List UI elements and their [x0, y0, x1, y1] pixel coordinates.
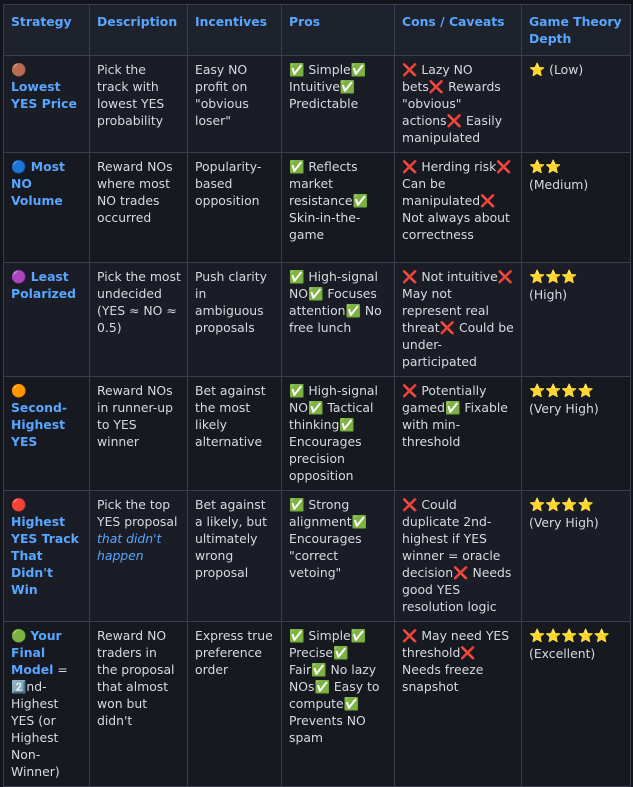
header-incentives: Incentives — [187, 4, 282, 56]
strategy-comparison-table: Strategy Description Incentives Pros Con… — [3, 4, 631, 787]
depth-cell: ⭐⭐⭐⭐ (Very High) — [521, 490, 631, 622]
strategy-cell: 🟠 Second-Highest YES — [3, 376, 90, 491]
cons-cell: ❌ Potentially gamed✅ Fixable with min-th… — [394, 376, 522, 491]
star-rating-icon: ⭐⭐⭐ — [529, 270, 578, 285]
strategy-circle-icon: 🟢 — [11, 628, 27, 643]
pros-cell: ✅ Simple✅ Intuitive✅ Predictable — [281, 55, 395, 153]
pros-cell: ✅ Reflects market resistance✅ Skin-in-th… — [281, 152, 395, 263]
cons-cell: ❌ May need YES threshold❌ Needs freeze s… — [394, 621, 522, 787]
strategy-cell: 🟣 Least Polarized — [3, 262, 90, 377]
strategy-name: Second-Highest YES — [11, 400, 68, 449]
star-rating-icon: ⭐⭐⭐⭐⭐ — [529, 629, 610, 644]
cons-cell: ❌ Lazy NO bets❌ Rewards "obvious" action… — [394, 55, 522, 153]
header-pros: Pros — [281, 4, 395, 56]
depth-label: (Medium) — [529, 177, 589, 192]
star-rating-icon: ⭐⭐⭐⭐ — [529, 384, 594, 399]
incentives-cell: Bet against a likely, but ultimately wro… — [187, 490, 282, 622]
strategy-circle-icon: 🟤 — [11, 62, 27, 77]
incentives-cell: Bet against the most likely alternative — [187, 376, 282, 491]
depth-cell: ⭐⭐⭐⭐⭐ (Excellent) — [521, 621, 631, 787]
strategy-circle-icon: 🔵 — [11, 159, 27, 174]
cons-cell: ❌ Herding risk❌ Can be manipulated❌ Not … — [394, 152, 522, 263]
depth-label: (Very High) — [529, 401, 599, 416]
header-description: Description — [89, 4, 188, 56]
description-cell: Pick the track with lowest YES probabili… — [89, 55, 188, 153]
incentives-cell: Express true preference order — [187, 621, 282, 787]
description-emphasis: that didn't happen — [97, 531, 162, 563]
star-rating-icon: ⭐ — [529, 63, 546, 78]
depth-label: (Low) — [549, 62, 584, 77]
description-cell: Reward NO traders in the proposal that a… — [89, 621, 188, 787]
table-row: 🟤 Lowest YES Price Pick the track with l… — [3, 55, 631, 153]
table-row: 🟣 Least Polarized Pick the most undecide… — [3, 262, 631, 377]
header-game-theory-depth: Game Theory Depth — [521, 4, 631, 56]
strategy-suffix: = 2️⃣nd-Highest YES (or Highest Non-Winn… — [11, 662, 68, 779]
depth-cell: ⭐⭐⭐⭐ (Very High) — [521, 376, 631, 491]
description-cell: Reward NOs where most NO trades occurred — [89, 152, 188, 263]
incentives-cell: Push clarity in ambiguous proposals — [187, 262, 282, 377]
cons-cell: ❌ Could duplicate 2nd-highest if YES win… — [394, 490, 522, 622]
table-row: 🟠 Second-Highest YES Reward NOs in runne… — [3, 376, 631, 491]
strategy-cell: 🟢 Your Final Model = 2️⃣nd-Highest YES (… — [3, 621, 90, 787]
description-cell: Pick the most undecided (YES ≈ NO ≈ 0.5) — [89, 262, 188, 377]
strategy-circle-icon: 🟠 — [11, 383, 27, 398]
strategy-circle-icon: 🟣 — [11, 269, 27, 284]
star-rating-icon: ⭐⭐⭐⭐ — [529, 498, 594, 513]
depth-cell: ⭐ (Low) — [521, 55, 631, 153]
table-row: 🔴 Highest YES Track That Didn't Win Pick… — [3, 490, 631, 622]
incentives-cell: Popularity-based opposition — [187, 152, 282, 263]
depth-label: (Excellent) — [529, 646, 596, 661]
strategy-name: Highest YES Track That Didn't Win — [11, 514, 79, 597]
strategy-cell: 🟤 Lowest YES Price — [3, 55, 90, 153]
cons-cell: ❌ Not intuitive❌ May not represent real … — [394, 262, 522, 377]
strategy-cell: 🔵 Most NO Volume — [3, 152, 90, 263]
description-text: Pick the top YES proposal — [97, 497, 178, 529]
table-row: 🔵 Most NO Volume Reward NOs where most N… — [3, 152, 631, 263]
table-header-row: Strategy Description Incentives Pros Con… — [3, 4, 631, 56]
depth-label: (Very High) — [529, 515, 599, 530]
header-cons: Cons / Caveats — [394, 4, 522, 56]
pros-cell: ✅ High-signal NO✅ Tactical thinking✅ Enc… — [281, 376, 395, 491]
pros-cell: ✅ High-signal NO✅ Focuses attention✅ No … — [281, 262, 395, 377]
pros-cell: ✅ Strong alignment✅ Encourages "correct … — [281, 490, 395, 622]
strategy-cell: 🔴 Highest YES Track That Didn't Win — [3, 490, 90, 622]
header-strategy: Strategy — [3, 4, 90, 56]
strategy-name: Lowest YES Price — [11, 79, 77, 111]
depth-label: (High) — [529, 287, 568, 302]
table-row: 🟢 Your Final Model = 2️⃣nd-Highest YES (… — [3, 621, 631, 787]
incentives-cell: Easy NO profit on "obvious loser" — [187, 55, 282, 153]
star-rating-icon: ⭐⭐ — [529, 160, 562, 175]
depth-cell: ⭐⭐ (Medium) — [521, 152, 631, 263]
depth-cell: ⭐⭐⭐ (High) — [521, 262, 631, 377]
description-cell: Reward NOs in runner-up to YES winner — [89, 376, 188, 491]
description-cell: Pick the top YES proposal that didn't ha… — [89, 490, 188, 622]
pros-cell: ✅ Simple✅ Precise✅ Fair✅ No lazy NOs✅ Ea… — [281, 621, 395, 787]
strategy-circle-icon: 🔴 — [11, 497, 27, 512]
